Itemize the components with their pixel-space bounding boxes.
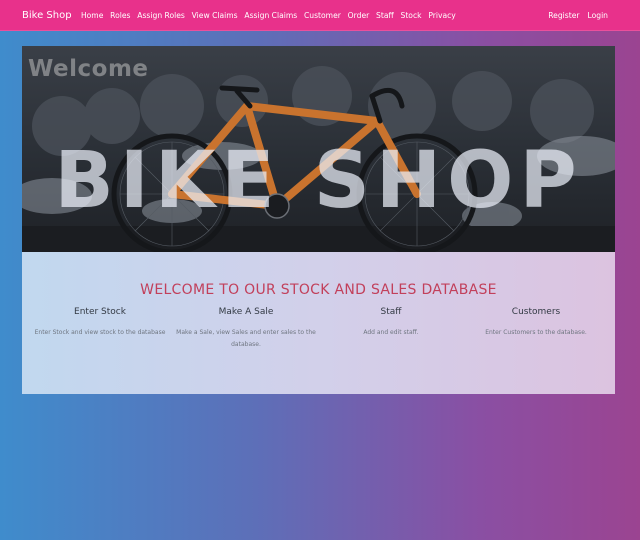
nav-order[interactable]: Order [344, 11, 372, 20]
feature-make-sale: Make A Sale Make a Sale, view Sales and … [172, 307, 320, 351]
hero-banner: Welcome BIKE SHOP [22, 46, 615, 252]
feature-heading: Staff [380, 307, 402, 317]
hero-title: BIKE SHOP [54, 136, 583, 226]
feature-staff: Staff Add and edit staff. [317, 307, 465, 339]
auth-links: Register Login [544, 0, 612, 30]
panel-title: WELCOME TO OUR STOCK AND SALES DATABASE [140, 282, 497, 298]
feature-text: Enter Customers to the database. [485, 329, 587, 336]
nav-assign-roles[interactable]: Assign Roles [134, 11, 188, 20]
feature-heading: Customers [511, 307, 561, 317]
feature-heading: Make A Sale [218, 307, 274, 317]
nav-login[interactable]: Login [584, 11, 613, 20]
nav-stock[interactable]: Stock [397, 11, 425, 20]
nav-home[interactable]: Home [78, 11, 107, 20]
welcome-heading: Welcome [28, 56, 149, 82]
nav-customer[interactable]: Customer [301, 11, 345, 20]
nav-view-claims[interactable]: View Claims [188, 11, 241, 20]
nav-privacy[interactable]: Privacy [425, 11, 459, 20]
nav-staff[interactable]: Staff [373, 11, 397, 20]
top-navbar: Bike Shop Home Roles Assign Roles View C… [0, 0, 640, 31]
feature-text: Make a Sale, view Sales and enter sales … [176, 329, 316, 348]
nav-roles[interactable]: Roles [107, 11, 134, 20]
feature-text: Enter Stock and view stock to the databa… [34, 329, 166, 336]
feature-enter-stock: Enter Stock Enter Stock and view stock t… [26, 307, 174, 339]
feature-heading: Enter Stock [74, 307, 126, 317]
intro-panel: WELCOME TO OUR STOCK AND SALES DATABASE … [22, 252, 615, 394]
feature-customers: Customers Enter Customers to the databas… [462, 307, 610, 339]
nav-links: Home Roles Assign Roles View Claims Assi… [78, 11, 460, 20]
feature-text: Add and edit staff. [363, 329, 419, 336]
brand-link[interactable]: Bike Shop [22, 10, 72, 21]
nav-assign-claims[interactable]: Assign Claims [241, 11, 301, 20]
nav-register[interactable]: Register [544, 11, 583, 20]
